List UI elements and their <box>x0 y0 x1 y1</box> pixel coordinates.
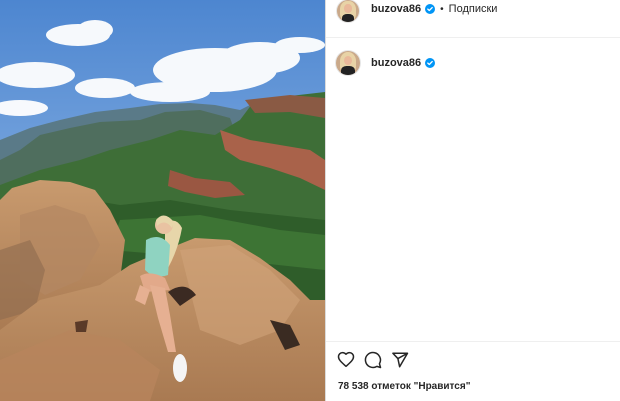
post-header: buzova86 • Подписки <box>326 0 620 24</box>
verified-badge-icon <box>425 4 436 14</box>
comment-bubble-icon[interactable] <box>364 351 382 369</box>
paper-plane-icon[interactable] <box>391 351 409 369</box>
actions-divider <box>326 341 620 342</box>
avatar[interactable] <box>336 51 360 75</box>
post-photo[interactable] <box>0 0 325 401</box>
likes-count[interactable]: 78 538 отметок "Нравится" <box>338 381 470 392</box>
caption-row: buzova86 <box>336 51 436 75</box>
post-side-panel: buzova86 • Подписки buzova86 78 538 отме… <box>326 0 620 401</box>
heart-icon[interactable] <box>337 351 355 369</box>
caption-username[interactable]: buzova86 <box>371 57 421 69</box>
verified-badge-icon <box>425 58 436 68</box>
header-divider <box>326 37 620 38</box>
following-button[interactable]: Подписки <box>449 3 498 15</box>
landscape-image <box>0 0 325 401</box>
post-username[interactable]: buzova86 <box>371 3 421 15</box>
avatar[interactable] <box>337 0 359 22</box>
action-bar <box>337 351 418 369</box>
separator-dot: • <box>440 3 444 15</box>
